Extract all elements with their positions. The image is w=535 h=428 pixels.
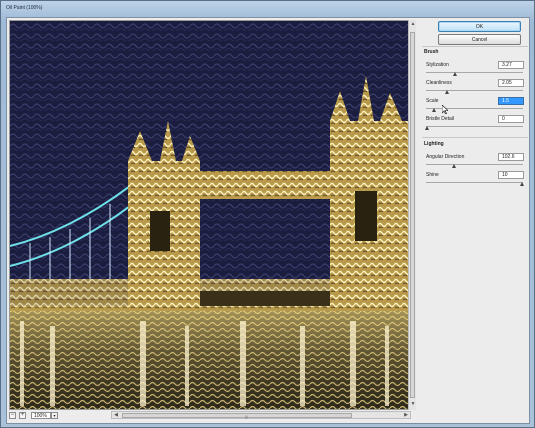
scale-input[interactable]: 1.5 bbox=[498, 97, 524, 105]
vertical-scroll-thumb[interactable] bbox=[410, 32, 415, 398]
zoom-level-field[interactable]: 100% bbox=[31, 412, 51, 419]
angular-direction-slider-handle[interactable] bbox=[451, 164, 456, 168]
oil-paint-dialog: Oil Paint (100%) ▲ ▼ − + 100% ▾ ◀ ||| ▶ … bbox=[0, 0, 535, 428]
dialog-body: ▲ ▼ − + 100% ▾ ◀ ||| ▶ OK Cancel Brush S… bbox=[6, 17, 530, 424]
zoom-out-button[interactable]: − bbox=[9, 412, 16, 419]
stylization-label: Stylization bbox=[426, 62, 449, 68]
cleanliness-label: Cleanliness bbox=[426, 80, 452, 86]
window-title: Oil Paint (100%) bbox=[6, 5, 43, 11]
scale-slider-handle[interactable] bbox=[431, 108, 436, 112]
settings-panel: OK Cancel Brush Stylization 3.27 Cleanli… bbox=[418, 18, 530, 423]
divider bbox=[422, 137, 528, 138]
bristle-detail-label: Bristle Detail bbox=[426, 116, 455, 122]
divider bbox=[422, 46, 528, 47]
preview-canvas[interactable] bbox=[9, 20, 414, 410]
stylization-slider-handle[interactable] bbox=[452, 72, 457, 76]
shine-slider-handle[interactable] bbox=[520, 182, 524, 186]
shine-label: Shine bbox=[426, 172, 439, 178]
preview-horizontal-scrollbar[interactable]: ◀ ||| ▶ bbox=[111, 411, 411, 419]
oil-paint-preview-image bbox=[10, 21, 410, 409]
scroll-up-arrow-icon[interactable]: ▲ bbox=[410, 21, 416, 28]
cancel-button[interactable]: Cancel bbox=[438, 34, 521, 45]
bristle-detail-slider-handle[interactable] bbox=[425, 126, 429, 130]
scroll-left-arrow-icon[interactable]: ◀ bbox=[112, 412, 120, 419]
cleanliness-slider-handle[interactable] bbox=[444, 90, 449, 94]
stylization-input[interactable]: 3.27 bbox=[498, 61, 524, 69]
mouse-pointer-icon bbox=[442, 105, 448, 114]
scale-label: Scale bbox=[426, 98, 439, 104]
zoom-in-button[interactable]: + bbox=[19, 412, 26, 419]
horizontal-scroll-thumb[interactable]: ||| bbox=[122, 413, 352, 419]
scroll-grip-icon: ||| bbox=[245, 414, 249, 419]
bristle-detail-input[interactable]: 0 bbox=[498, 115, 524, 123]
shine-control: Shine 10 bbox=[426, 171, 526, 192]
lighting-section-heading: Lighting bbox=[424, 141, 444, 147]
ok-button[interactable]: OK bbox=[438, 21, 521, 32]
angular-direction-input[interactable]: 102.6 bbox=[498, 153, 524, 161]
title-bar[interactable]: Oil Paint (100%) bbox=[1, 1, 534, 17]
bristle-detail-slider-track[interactable] bbox=[426, 126, 523, 127]
shine-slider-track[interactable] bbox=[426, 182, 523, 183]
cleanliness-slider-track[interactable] bbox=[426, 90, 523, 91]
brush-section-heading: Brush bbox=[424, 49, 439, 55]
scroll-right-arrow-icon[interactable]: ▶ bbox=[402, 412, 410, 419]
shine-input[interactable]: 10 bbox=[498, 171, 524, 179]
cleanliness-input[interactable]: 2.05 bbox=[498, 79, 524, 87]
stylization-slider-track[interactable] bbox=[426, 72, 523, 73]
preview-vertical-scrollbar[interactable]: ▲ ▼ bbox=[408, 20, 416, 410]
zoom-dropdown-icon[interactable]: ▾ bbox=[51, 412, 58, 419]
scale-slider-track[interactable] bbox=[426, 108, 523, 109]
angular-direction-slider-track[interactable] bbox=[426, 164, 523, 165]
scroll-down-arrow-icon[interactable]: ▼ bbox=[410, 401, 416, 408]
angular-direction-label: Angular Direction bbox=[426, 154, 465, 160]
bristle-detail-control: Bristle Detail 0 bbox=[425, 115, 526, 136]
